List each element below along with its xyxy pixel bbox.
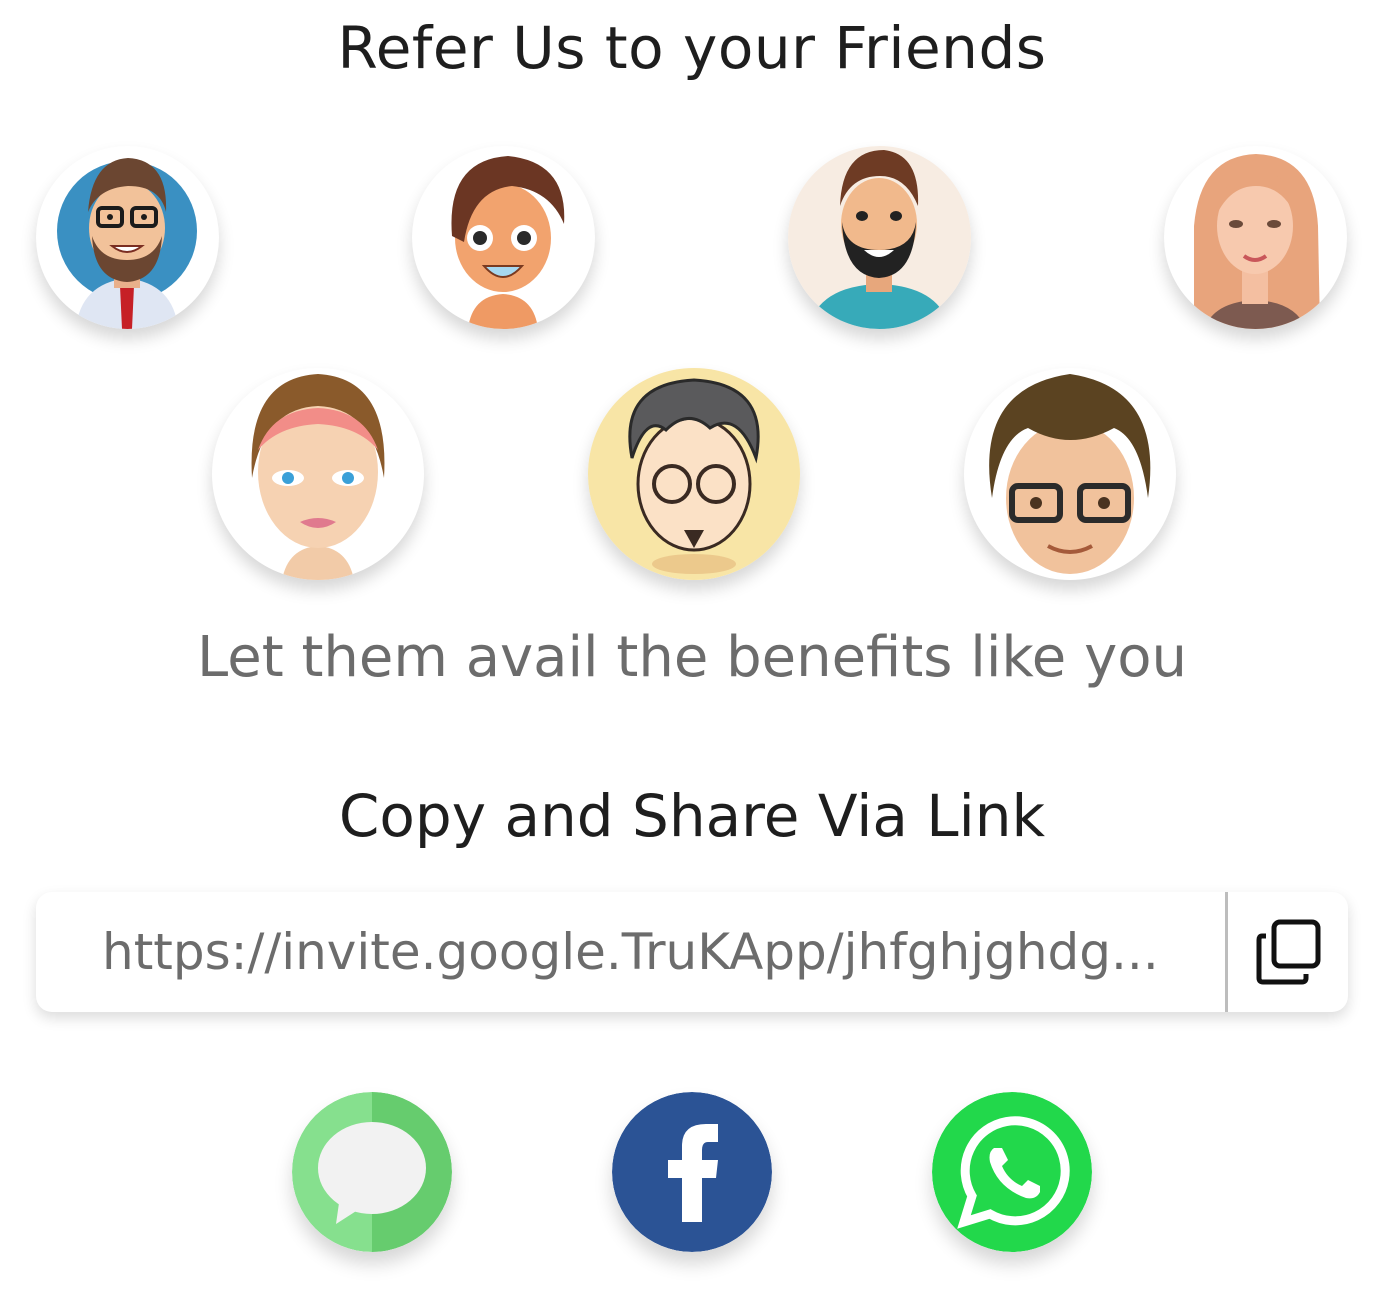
avatar-illustration [57,158,197,329]
avatar-illustration [1194,154,1320,329]
copy-icon [1256,919,1321,985]
whatsapp-icon [932,1092,1092,1252]
avatar-illustration [788,146,971,329]
avatar-illustration [588,368,800,580]
benefits-subtitle: Let them avail the benefits like you [197,625,1187,690]
facebook-icon [612,1092,772,1252]
avatar-man-round-glasses-goatee[interactable] [588,368,800,580]
copy-link-button[interactable] [1228,892,1348,1012]
avatar-illustration [451,156,565,329]
messages-button[interactable] [292,1092,452,1252]
facebook-button[interactable] [612,1092,772,1252]
avatar-blonde-woman[interactable] [1164,146,1347,329]
share-link-field[interactable]: https://invite.google.TruKApp/jhfghjghdg… [102,914,1212,990]
avatar-woman-pink-headband[interactable] [212,368,424,580]
share-heading: Copy and Share Via Link [338,782,1046,850]
page-title: Refer Us to your Friends [337,14,1047,82]
avatar-bearded-man-teal-shirt[interactable] [788,146,971,329]
avatar-smiling-boy[interactable] [412,146,595,329]
avatar-curly-boy-glasses[interactable] [964,368,1176,580]
avatar-illustration [989,374,1151,574]
share-link-box: https://invite.google.TruKApp/jhfghjghdg… [36,892,1348,1012]
avatar-bearded-man-glasses-tie[interactable] [36,146,219,329]
whatsapp-button[interactable] [932,1092,1092,1252]
message-bubble-icon [292,1092,452,1252]
avatar-illustration [251,374,385,580]
